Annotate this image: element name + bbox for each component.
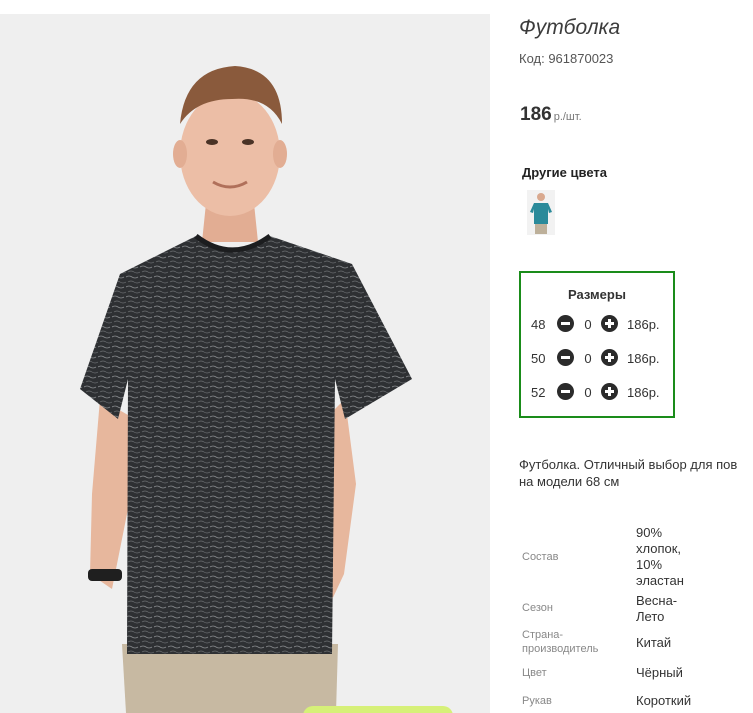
size-price: 186р. (627, 351, 660, 366)
sizes-heading: Размеры (568, 287, 626, 302)
increase-quantity-button[interactable] (601, 383, 618, 400)
quantity-value: 0 (584, 385, 592, 400)
increase-quantity-button[interactable] (601, 349, 618, 366)
spec-value: Короткий (636, 693, 692, 708)
decrease-quantity-button[interactable] (557, 349, 574, 366)
price-unit: р./шт. (553, 111, 582, 123)
decrease-quantity-button[interactable] (557, 383, 574, 400)
size-price: 186р. (627, 385, 660, 400)
spec-label: Страна- производитель (522, 629, 599, 655)
sizes-selector: Размеры 48 0 186р. 50 0 186р. 52 0 186р. (519, 271, 675, 418)
size-price: 186р. (627, 317, 660, 332)
quantity-value: 0 (584, 317, 592, 332)
product-photo[interactable] (0, 14, 490, 713)
add-to-cart-button[interactable] (303, 706, 453, 713)
product-title: Футболка (519, 16, 621, 39)
increase-quantity-button[interactable] (601, 315, 618, 332)
product-description: Футболка. Отличный выбор для пов на моде… (519, 456, 753, 490)
description-line: Футболка. Отличный выбор для пов (519, 457, 738, 472)
description-line: на модели 68 см (519, 474, 620, 489)
spec-value: Чёрный (636, 665, 683, 680)
spec-label: Рукав (522, 695, 552, 707)
color-swatch-teal[interactable] (527, 190, 555, 235)
price-amount: 186 (520, 104, 552, 125)
size-label: 50 (531, 351, 546, 366)
size-row-50: 50 0 186р. (521, 349, 673, 369)
spec-label: Сезон (522, 602, 553, 614)
product-code: Код: 961870023 (519, 51, 614, 66)
spec-value: 90% хлопок, 10% эластан (636, 525, 684, 588)
spec-label: Состав (522, 551, 559, 563)
size-label: 52 (531, 385, 546, 400)
minus-icon (561, 322, 570, 325)
decrease-quantity-button[interactable] (557, 315, 574, 332)
quantity-value: 0 (584, 351, 592, 366)
size-row-52: 52 0 186р. (521, 383, 673, 403)
minus-icon (561, 356, 570, 359)
product-info-panel: Футболка Код: 961870023 186 р./шт. Другие… (519, 0, 753, 713)
spec-value: Китай (636, 635, 672, 650)
teal-tshirt-thumbnail (527, 190, 555, 235)
spec-value: Весна- Лето (636, 593, 678, 624)
model-wearing-tshirt-image (0, 14, 490, 713)
size-row-48: 48 0 186р. (521, 315, 673, 335)
other-colors-heading: Другие цвета (522, 165, 607, 180)
size-label: 48 (531, 317, 546, 332)
minus-icon (561, 390, 570, 393)
product-price: 186 р./шт. (520, 104, 582, 126)
spec-label: Цвет (522, 667, 547, 679)
